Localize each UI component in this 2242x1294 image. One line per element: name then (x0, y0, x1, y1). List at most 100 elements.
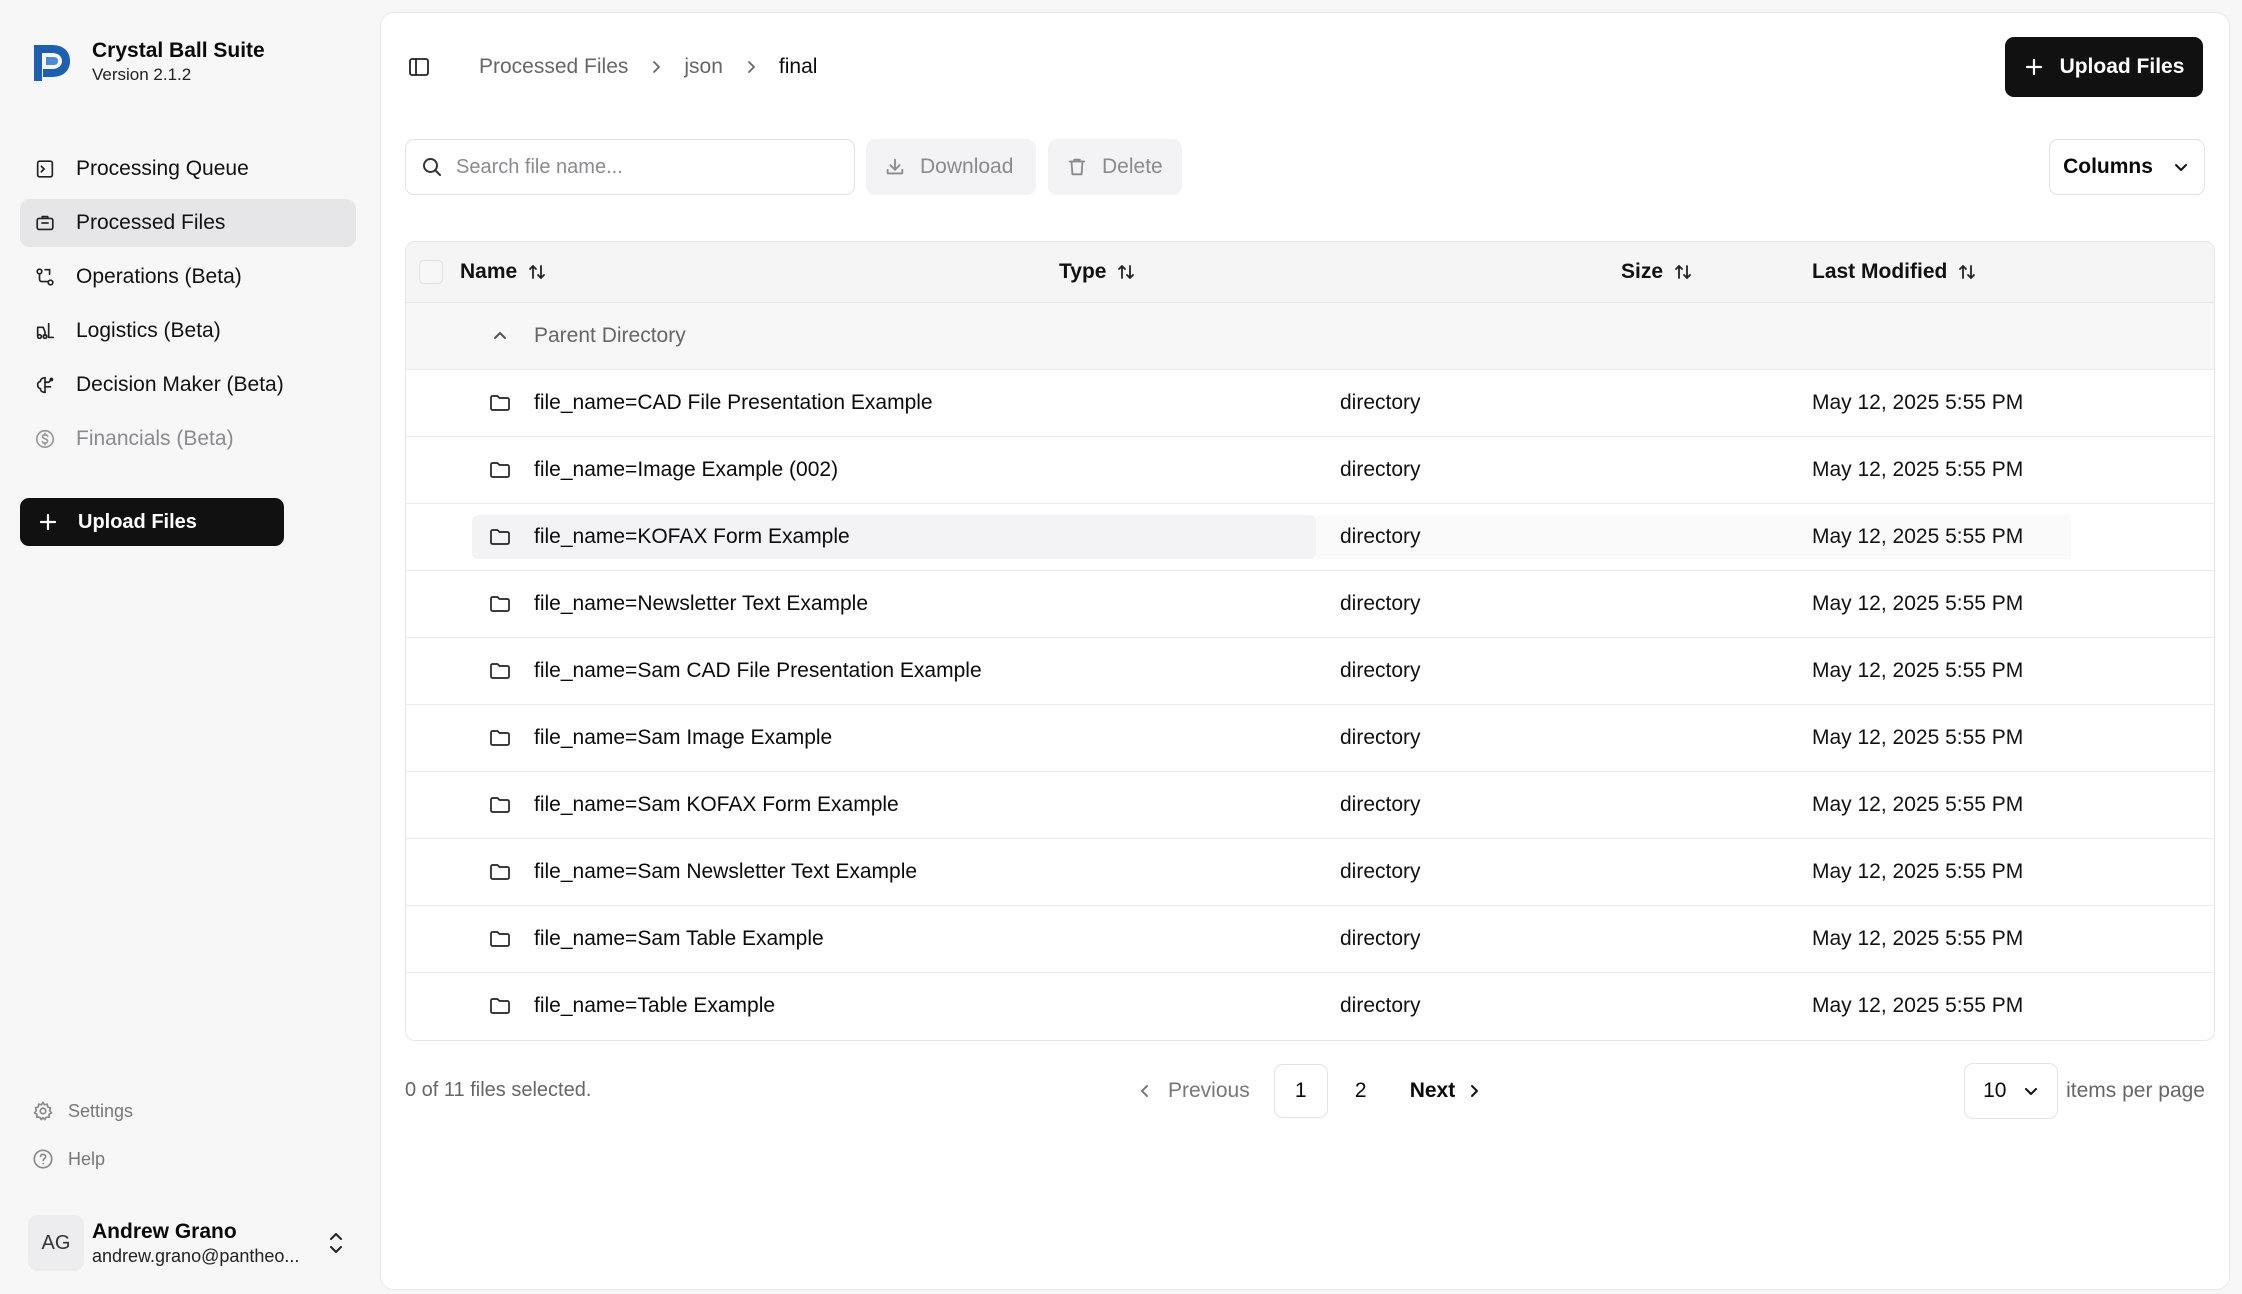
sidebar-upload-files-button[interactable]: Upload Files (20, 498, 284, 546)
folder-icon (490, 596, 510, 612)
sidebar-toggle-icon[interactable] (407, 55, 431, 79)
plus-icon (2025, 58, 2042, 76)
parent-directory-label: Parent Directory (534, 324, 686, 347)
columns-label: Columns (2063, 155, 2153, 178)
sidebar-item-operations-beta[interactable]: Operations (Beta) (20, 253, 356, 301)
sort-icon (529, 265, 546, 279)
table-row[interactable]: file_name=Sam KOFAX Form Example director… (406, 772, 2214, 839)
sidebar-upload-label: Upload Files (78, 510, 197, 533)
file-name-cell[interactable]: file_name=Newsletter Text Example (472, 582, 1316, 626)
file-last-modified: May 12, 2025 5:55 PM (1812, 726, 2024, 749)
sidebar-item-processed-files[interactable]: Processed Files (20, 199, 356, 247)
help-label: Help (68, 1148, 106, 1169)
column-header-last-modified[interactable]: Last Modified (1812, 242, 1977, 302)
table-row[interactable]: file_name=Sam Newsletter Text Example dir… (406, 839, 2214, 906)
column-header-name[interactable]: Name (460, 242, 547, 302)
breadcrumb-item[interactable]: json (684, 55, 723, 79)
breadcrumb-item[interactable]: Processed Files (479, 55, 628, 79)
items-per-page-select[interactable]: 10 (1964, 1063, 2059, 1119)
settings-link[interactable]: Settings (32, 1098, 133, 1124)
table-row[interactable]: file_name=Table Example directory May 12, … (406, 973, 2214, 1040)
items-per-page-label: items per page (2066, 1079, 2205, 1102)
search-icon (423, 158, 441, 176)
file-type: directory (1340, 391, 1421, 414)
file-name: file_name=Sam CAD File Presentation Exam… (534, 659, 982, 682)
delete-button[interactable]: Delete (1048, 139, 1182, 195)
user-menu[interactable]: AG Andrew Grano andrew.grano@pantheo... (28, 1214, 348, 1272)
chevron-left-icon (1141, 1085, 1148, 1097)
help-link[interactable]: Help (32, 1146, 133, 1172)
file-name-cell[interactable]: file_name=Sam CAD File Presentation Exam… (472, 649, 1316, 693)
sidebar-item-label: Decision Maker (Beta) (76, 373, 284, 396)
user-email: andrew.grano@pantheo... (92, 1246, 300, 1266)
workflow-icon (34, 266, 56, 288)
sidebar-item-decision-maker-beta[interactable]: Decision Maker (Beta) (20, 361, 356, 409)
file-name-cell[interactable]: file_name=KOFAX Form Example (472, 515, 1316, 559)
sidebar-item-label: Processing Queue (76, 157, 249, 180)
user-name: Andrew Grano (92, 1220, 237, 1243)
file-name-cell[interactable]: file_name=Table Example (472, 984, 1316, 1028)
search-box[interactable] (405, 139, 855, 195)
parent-directory-row[interactable]: Parent Directory (406, 303, 2214, 370)
page-2-button[interactable]: 2 (1334, 1064, 1388, 1118)
chevron-right-icon (748, 61, 755, 73)
chevron-right-icon (653, 61, 661, 73)
file-type: directory (1340, 793, 1421, 816)
file-type: directory (1340, 458, 1421, 481)
parent-directory-cell[interactable]: Parent Directory (472, 314, 1316, 358)
folder-icon (490, 395, 510, 411)
sidebar-item-logistics-beta[interactable]: Logistics (Beta) (20, 307, 356, 355)
file-type: directory (1340, 659, 1421, 682)
file-name-cell[interactable]: file_name=Sam KOFAX Form Example (472, 783, 1316, 827)
briefcase-icon (34, 212, 56, 234)
file-name: file_name=Newsletter Text Example (534, 592, 869, 615)
download-button[interactable]: Download (866, 139, 1036, 195)
next-label: Next (1409, 1079, 1456, 1102)
file-name-cell[interactable]: file_name=CAD File Presentation Example (472, 381, 1316, 425)
plus-icon (39, 513, 57, 531)
download-label: Download (920, 155, 1014, 178)
sidebar: Crystal Ball Suite Version 2.1.2 Process… (0, 0, 380, 1294)
table-row[interactable]: file_name=Newsletter Text Example directo… (406, 571, 2214, 638)
file-last-modified: May 12, 2025 5:55 PM (1812, 458, 2024, 481)
folder-icon (490, 730, 510, 746)
chevron-up-icon (494, 332, 506, 339)
file-type: directory (1340, 927, 1421, 950)
settings-label: Settings (68, 1100, 134, 1121)
selection-count: 0 of 11 files selected. (405, 1079, 592, 1101)
breadcrumb: Processed Files json final (479, 55, 817, 79)
table-row[interactable]: file_name=KOFAX Form Example directory May… (406, 504, 2214, 571)
app-name: Crystal Ball Suite (92, 39, 265, 62)
table-row[interactable]: file_name=Sam CAD File Presentation Exam… (406, 638, 2214, 705)
file-name-cell[interactable]: file_name=Sam Image Example (472, 716, 1316, 760)
search-input[interactable] (456, 155, 836, 179)
upload-files-label: Upload Files (2059, 55, 2185, 78)
sidebar-item-label: Financials (Beta) (76, 427, 234, 450)
table-row[interactable]: file_name=Image Example (002) directory Ma… (406, 437, 2214, 504)
file-name: file_name=Sam Image Example (534, 726, 833, 749)
table-row[interactable]: file_name=Sam Table Example directory May … (406, 906, 2214, 973)
sidebar-item-processing-queue[interactable]: Processing Queue (20, 145, 356, 193)
table-row[interactable]: file_name=CAD File Presentation Example d… (406, 370, 2214, 437)
file-last-modified: May 12, 2025 5:55 PM (1812, 592, 2024, 615)
next-page-button[interactable]: Next (1410, 1079, 1484, 1103)
file-name-cell[interactable]: file_name=Sam Newsletter Text Example (472, 850, 1316, 894)
file-name-cell[interactable]: file_name=Image Example (002) (472, 448, 1316, 492)
forklift-icon (34, 320, 56, 342)
columns-dropdown-button[interactable]: Columns (2049, 139, 2205, 195)
previous-page-button[interactable]: Previous (1136, 1079, 1250, 1103)
column-header-size[interactable]: Size (1621, 242, 1693, 302)
table-row[interactable]: file_name=Sam Image Example directory May … (406, 705, 2214, 772)
brand[interactable]: Crystal Ball Suite Version 2.1.2 (30, 38, 265, 86)
file-name: file_name=Table Example (534, 994, 776, 1017)
sidebar-item-financials-beta[interactable]: Financials (Beta) (20, 415, 356, 463)
file-name-cell[interactable]: file_name=Sam Table Example (472, 917, 1316, 961)
upload-files-button[interactable]: Upload Files (2005, 37, 2203, 97)
app-version: Version 2.1.2 (92, 65, 192, 84)
column-header-type[interactable]: Type (1059, 242, 1136, 302)
download-icon (886, 158, 904, 175)
gear-icon (33, 1101, 53, 1121)
page-1-button[interactable]: 1 (1273, 1064, 1328, 1118)
select-all-checkbox[interactable] (419, 260, 443, 284)
file-last-modified: May 12, 2025 5:55 PM (1812, 525, 2024, 548)
